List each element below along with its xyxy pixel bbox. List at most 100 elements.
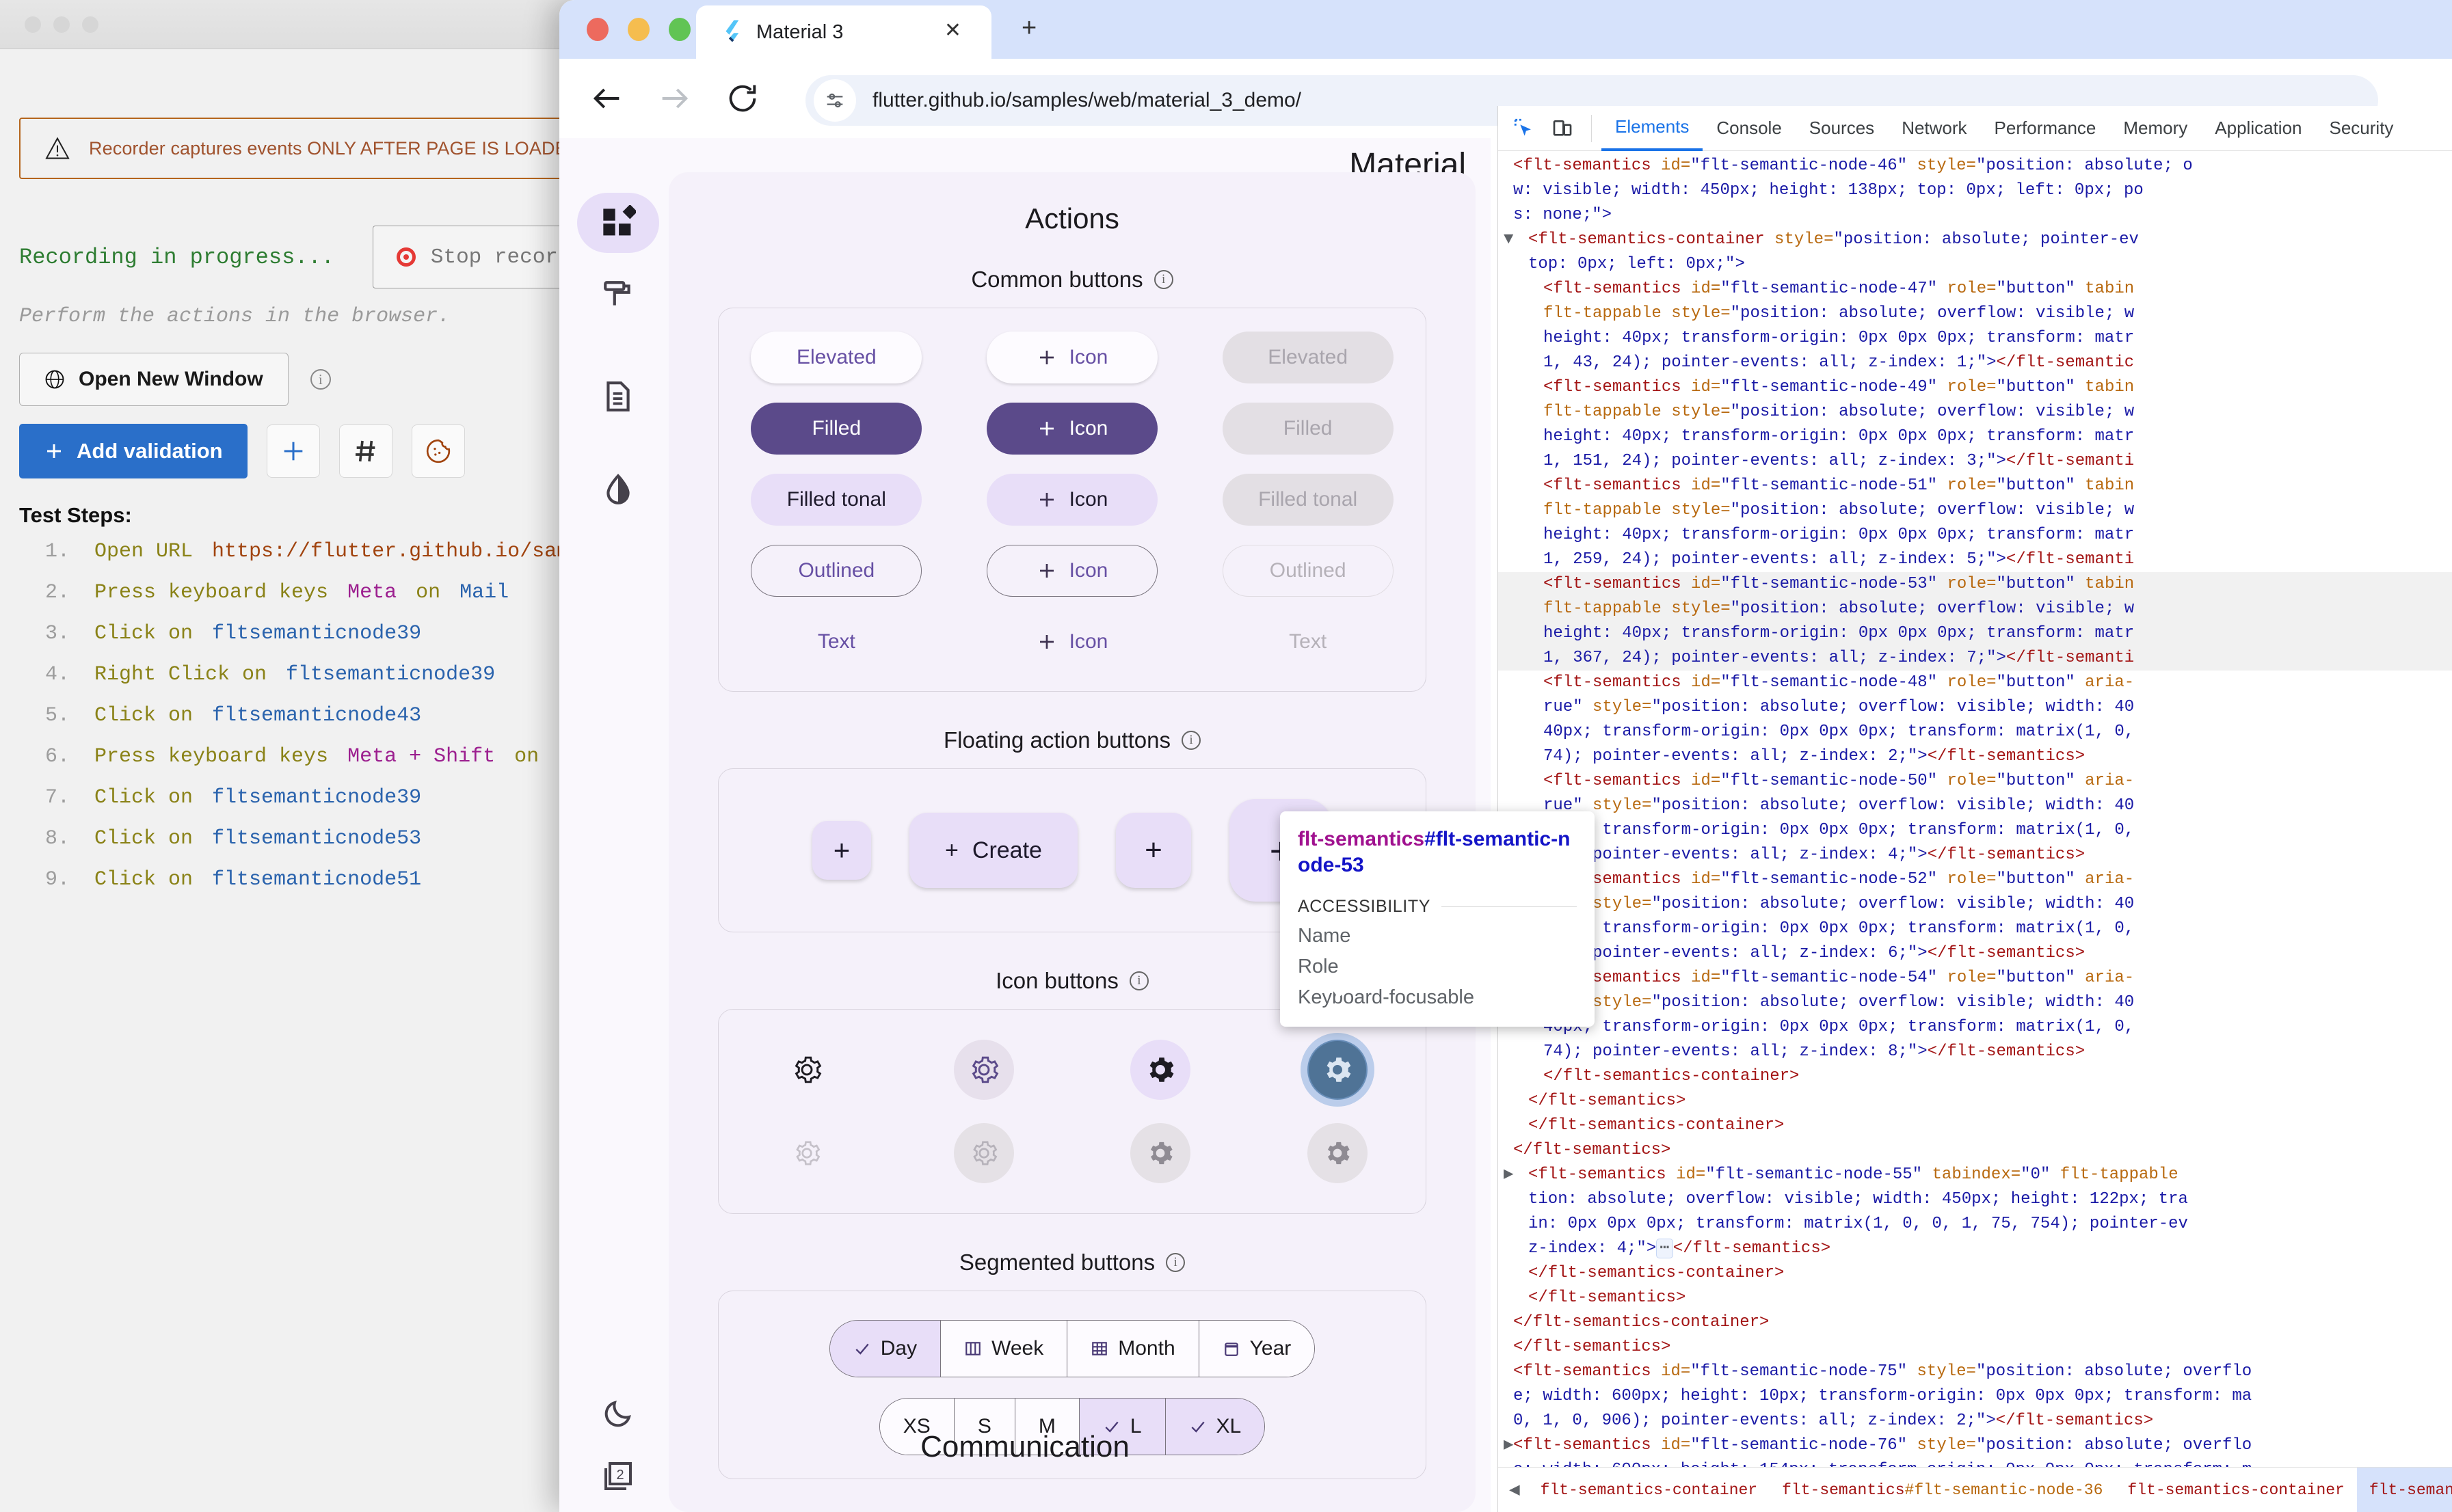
dom-tree-line[interactable]: e; width: 600px; height: 10px; transform…	[1498, 1384, 2452, 1409]
dom-tree-line[interactable]: 74); pointer-events: all; z-index: 4;"><…	[1498, 843, 2452, 867]
breadcrumb-item[interactable]: flt-semantics#flt-semantic-n	[2357, 1468, 2452, 1512]
dom-tree-line[interactable]: </flt-semantics-container>	[1498, 1113, 2452, 1138]
common-button-filled-with-icon[interactable]: Icon	[987, 403, 1158, 455]
hash-variable-button[interactable]	[339, 424, 392, 478]
chrome-close-button[interactable]	[587, 18, 609, 41]
segment-week[interactable]: Week	[941, 1321, 1067, 1377]
devtools-tab-network[interactable]: Network	[1888, 106, 1980, 151]
dom-tree-line[interactable]: 1, 43, 24); pointer-events: all; z-index…	[1498, 351, 2452, 375]
devtools-tab-memory[interactable]: Memory	[2109, 106, 2201, 151]
browser-tab-material-3[interactable]: Material 3 ✕	[696, 5, 991, 59]
common-button-tonal-with-icon[interactable]: Icon	[987, 474, 1158, 526]
open-new-window-button[interactable]: Open New Window	[19, 353, 289, 406]
devtools-tab-security[interactable]: Security	[2316, 106, 2408, 151]
dom-tree-line[interactable]: height: 40px; transform-origin: 0px 0px …	[1498, 621, 2452, 646]
dom-tree-line[interactable]: flt-tappable style="position: absolute; …	[1498, 301, 2452, 326]
dom-tree-line[interactable]: </flt-semantics-container>	[1498, 1310, 2452, 1335]
dom-tree-line[interactable]: height: 40px; transform-origin: 0px 0px …	[1498, 424, 2452, 449]
dom-tree-line[interactable]: <flt-semantics id="flt-semantic-node-54"…	[1498, 966, 2452, 990]
dom-tree-line[interactable]: 40px; transform-origin: 0px 0px 0px; tra…	[1498, 720, 2452, 744]
common-button-outlined-with-icon[interactable]: Icon	[987, 545, 1158, 597]
dom-tree-line[interactable]: 1, 367, 24); pointer-events: all; z-inde…	[1498, 646, 2452, 671]
dom-tree-line[interactable]: flt-tappable style="position: absolute; …	[1498, 400, 2452, 424]
dom-tree-line[interactable]: </flt-semantics-container>	[1498, 1064, 2452, 1089]
dom-tree-line[interactable]: <flt-semantics id="flt-semantic-node-52"…	[1498, 867, 2452, 892]
common-button-filled[interactable]: Filled	[751, 403, 922, 455]
material-version-2-icon[interactable]: 2	[602, 1460, 635, 1493]
rail-item-color[interactable]	[577, 265, 659, 325]
dom-tree-line[interactable]: 0, 1, 0, 906); pointer-events: all; z-in…	[1498, 1409, 2452, 1433]
common-button-tonal[interactable]: Filled tonal	[751, 474, 922, 526]
site-settings-icon[interactable]	[814, 79, 856, 122]
dom-tree-line[interactable]: ▶<flt-semantics id="flt-semantic-node-76…	[1498, 1433, 2452, 1458]
dom-tree-line[interactable]: 40px; transform-origin: 0px 0px 0px; tra…	[1498, 818, 2452, 843]
add-validation-button[interactable]: Add validation	[19, 424, 248, 478]
devtools-dom-tree[interactable]: <flt-semantics id="flt-semantic-node-46"…	[1498, 151, 2452, 1468]
window-maximize-button[interactable]	[82, 16, 98, 33]
chrome-window-controls[interactable]	[587, 18, 691, 41]
dom-tree-line[interactable]: rue" style="position: absolute; overflow…	[1498, 695, 2452, 720]
new-tab-button[interactable]: +	[1022, 15, 1037, 41]
common-buttons-info-icon[interactable]: i	[1154, 270, 1173, 289]
dom-tree-line[interactable]: <flt-semantics id="flt-semantic-node-48"…	[1498, 671, 2452, 695]
dom-tree-line[interactable]: </flt-semantics>	[1498, 1286, 2452, 1310]
common-button-elevated[interactable]: Elevated	[751, 332, 922, 383]
dom-tree-line[interactable]: rue" style="position: absolute; overflow…	[1498, 990, 2452, 1015]
common-button-text-with-icon[interactable]: Icon	[987, 616, 1158, 668]
dom-tree-line[interactable]: <flt-semantics id="flt-semantic-node-51"…	[1498, 474, 2452, 498]
reload-icon[interactable]	[725, 81, 760, 116]
dom-tree-line[interactable]: 74); pointer-events: all; z-index: 2;"><…	[1498, 744, 2452, 769]
cookie-button[interactable]	[412, 424, 465, 478]
dom-tree-line[interactable]: 40px; transform-origin: 0px 0px 0px; tra…	[1498, 1015, 2452, 1040]
breadcrumb-item[interactable]: flt-semantics-container	[1528, 1468, 1770, 1512]
chrome-maximize-button[interactable]	[669, 18, 691, 41]
rail-item-elevation[interactable]	[577, 459, 659, 519]
open-window-info-icon[interactable]: i	[310, 369, 331, 390]
dom-tree-line[interactable]: e; width: 600px; height: 154px; transfor…	[1498, 1458, 2452, 1468]
dom-tree-line[interactable]: 74); pointer-events: all; z-index: 8;"><…	[1498, 1040, 2452, 1064]
icon-button-standard[interactable]	[777, 1040, 837, 1100]
dom-tree-line[interactable]: tion: absolute; overflow: visible; width…	[1498, 1187, 2452, 1212]
breadcrumb-scroll-left-icon[interactable]: ◀	[1501, 1479, 1528, 1500]
dom-tree-line[interactable]: <flt-semantics id="flt-semantic-node-49"…	[1498, 375, 2452, 400]
dom-tree-line[interactable]: <flt-semantics id="flt-semantic-node-53"…	[1498, 572, 2452, 597]
rail-item-components[interactable]	[577, 193, 659, 253]
icon-button-selected[interactable]	[1307, 1040, 1368, 1100]
dom-tree-line[interactable]: 1, 259, 24); pointer-events: all; z-inde…	[1498, 548, 2452, 572]
dom-tree-line[interactable]: </flt-semantics>	[1498, 1089, 2452, 1113]
dom-tree-line[interactable]: </flt-semantics>	[1498, 1138, 2452, 1163]
tab-close-icon[interactable]: ✕	[944, 21, 961, 41]
common-button-outlined[interactable]: Outlined	[751, 545, 922, 597]
dom-tree-line[interactable]: </flt-semantics>	[1498, 1335, 2452, 1360]
dom-tree-line[interactable]: rue" style="position: absolute; overflow…	[1498, 892, 2452, 917]
dom-tree-line[interactable]: ▼<flt-semantics-container style="positio…	[1498, 228, 2452, 252]
dom-tree-line[interactable]: <flt-semantics id="flt-semantic-node-47"…	[1498, 277, 2452, 301]
dom-tree-line[interactable]: <flt-semantics id="flt-semantic-node-46"…	[1498, 154, 2452, 178]
dom-tree-line[interactable]: </flt-semantics-container>	[1498, 1261, 2452, 1286]
icon-button-tonal[interactable]	[954, 1040, 1014, 1100]
icon-button-filled[interactable]	[1130, 1040, 1190, 1100]
dom-tree-line[interactable]: 40px; transform-origin: 0px 0px 0px; tra…	[1498, 917, 2452, 941]
device-toolbar-icon[interactable]	[1543, 109, 1582, 148]
breadcrumb-item[interactable]: flt-semantics-container	[2115, 1468, 2356, 1512]
window-close-button[interactable]	[25, 16, 41, 33]
back-arrow-icon[interactable]	[589, 81, 625, 116]
window-minimize-button[interactable]	[53, 16, 70, 33]
fab-extended-create[interactable]: + Create	[909, 813, 1078, 888]
common-button-text[interactable]: Text	[751, 616, 922, 668]
fab-regular[interactable]: +	[1116, 813, 1191, 888]
devtools-tab-application[interactable]: Application	[2201, 106, 2315, 151]
recorder-window-controls[interactable]	[25, 16, 98, 33]
devtools-tab-sources[interactable]: Sources	[1796, 106, 1888, 151]
devtools-tab-console[interactable]: Console	[1703, 106, 1795, 151]
add-step-button[interactable]	[267, 424, 320, 478]
devtools-tab-performance[interactable]: Performance	[1981, 106, 2110, 151]
dom-tree-line[interactable]: in: 0px 0px 0px; transform: matrix(1, 0,…	[1498, 1212, 2452, 1237]
dom-tree-line[interactable]: s: none;">	[1498, 203, 2452, 228]
dom-tree-line[interactable]: <flt-semantics id="flt-semantic-node-75"…	[1498, 1360, 2452, 1384]
dom-tree-line[interactable]: ▶<flt-semantics id="flt-semantic-node-55…	[1498, 1163, 2452, 1187]
fab-info-icon[interactable]: i	[1182, 731, 1201, 750]
dom-tree-line[interactable]: z-index: 4;">⋯</flt-semantics>	[1498, 1237, 2452, 1261]
dom-tree-line[interactable]: <flt-semantics id="flt-semantic-node-50"…	[1498, 769, 2452, 794]
dark-mode-moon-icon[interactable]	[602, 1397, 635, 1430]
